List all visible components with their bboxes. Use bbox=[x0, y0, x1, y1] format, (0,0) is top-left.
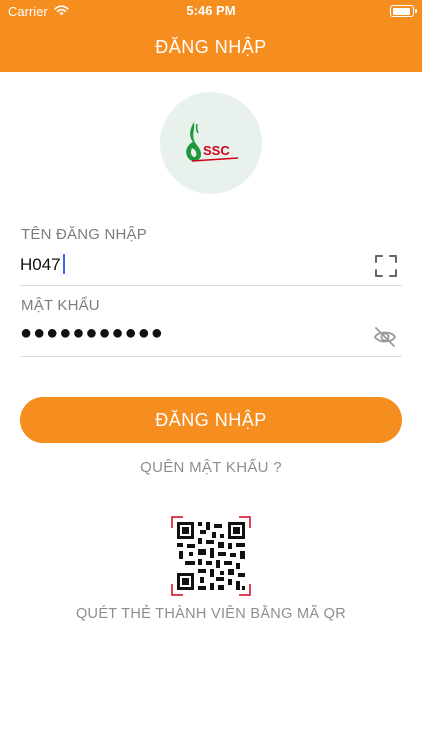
nav-bar: ĐĂNG NHẬP bbox=[0, 22, 422, 72]
status-bar: Carrier 5:46 PM bbox=[0, 0, 422, 22]
text-caret bbox=[63, 254, 65, 274]
scan-icon[interactable] bbox=[374, 254, 398, 278]
ssc-logo-icon: SSC bbox=[186, 122, 239, 162]
username-input[interactable] bbox=[20, 252, 360, 278]
password-input[interactable]: ●●●●●●●●●●● bbox=[20, 322, 360, 348]
status-time: 5:46 PM bbox=[186, 3, 236, 18]
eye-off-icon[interactable] bbox=[373, 325, 397, 349]
password-label: MẬT KHẨU bbox=[21, 297, 100, 314]
page-title: ĐĂNG NHẬP bbox=[155, 36, 267, 57]
qr-scan-button[interactable] bbox=[171, 516, 251, 596]
qr-caption: QUÉT THẺ THÀNH VIÊN BẰNG MÃ QR bbox=[75, 606, 347, 622]
qr-code-icon bbox=[171, 516, 251, 596]
battery-level bbox=[392, 7, 410, 15]
forgot-password-link[interactable]: QUÊN MẬT KHẨU ? bbox=[0, 459, 422, 476]
app-logo: SSC bbox=[160, 92, 262, 194]
password-underline bbox=[20, 356, 402, 357]
login-screen: Carrier 5:46 PM ĐĂNG NHẬP SSC TÊN ĐĂNG N… bbox=[0, 0, 422, 750]
username-underline bbox=[20, 285, 402, 286]
battery-icon bbox=[390, 5, 417, 17]
username-label: TÊN ĐĂNG NHẬP bbox=[21, 226, 147, 243]
logo-text: SSC bbox=[203, 143, 230, 158]
login-button[interactable]: ĐĂNG NHẬP bbox=[20, 397, 402, 443]
